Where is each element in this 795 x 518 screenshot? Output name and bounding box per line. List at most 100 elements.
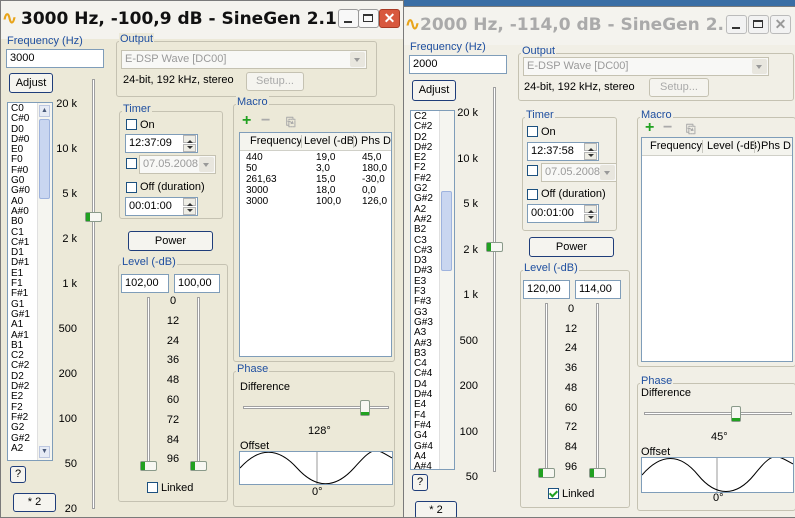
level-left-input[interactable]: 102,00 — [121, 274, 169, 293]
timer-on-checkbox[interactable] — [126, 119, 137, 130]
minimize-icon[interactable] — [338, 9, 359, 28]
column-header-level[interactable]: Level (-dB) — [304, 135, 358, 147]
level-left-input[interactable]: 120,00 — [523, 280, 570, 299]
power-button[interactable]: Power — [529, 237, 614, 257]
timer-on-label: On — [140, 119, 155, 131]
level-left-thumb[interactable] — [140, 461, 157, 471]
linked-checkbox[interactable] — [548, 488, 559, 499]
frequency-slider-track[interactable] — [92, 79, 95, 509]
output-device-value: E-DSP Wave [DC00] — [125, 53, 227, 65]
timer-on-checkbox[interactable] — [527, 126, 538, 137]
frequency-scale-label: 20 k — [56, 98, 77, 110]
timer-duration-spinner[interactable] — [584, 205, 597, 222]
help-button[interactable]: ? — [10, 466, 26, 483]
phase-difference-track[interactable] — [644, 412, 792, 415]
add-icon[interactable]: + — [645, 120, 654, 136]
level-scale-label: 72 — [166, 413, 180, 426]
column-header-level[interactable]: Level (-dB) — [707, 140, 761, 152]
sinegen-window-background[interactable]: ∿ 2000 Hz, -114,0 dB - SineGen 2.1 ✕ Fre… — [403, 6, 795, 518]
note-list-item[interactable]: A2 — [11, 443, 30, 454]
column-header-phase[interactable]: Phs D — [361, 135, 391, 147]
timer-group-label: Timer — [122, 103, 152, 115]
power-button[interactable]: Power — [128, 231, 213, 251]
phase-difference-thumb[interactable] — [360, 400, 370, 416]
frequency-slider-thumb[interactable] — [85, 212, 102, 222]
column-header-frequency[interactable]: Frequency — [650, 140, 702, 152]
maximize-icon[interactable] — [748, 15, 769, 34]
phase-difference-thumb[interactable] — [731, 406, 741, 422]
minimize-icon[interactable] — [726, 15, 747, 34]
sinegen-window-active[interactable]: ∿ 3000 Hz, -100,9 dB - SineGen 2.1 ✕ Fre… — [0, 0, 404, 518]
linked-checkbox[interactable] — [147, 482, 158, 493]
maximize-icon[interactable] — [358, 9, 379, 28]
timer-time-spinner[interactable] — [183, 135, 196, 152]
level-scale-label: 24 — [166, 334, 180, 347]
note-list-item[interactable]: G2 — [11, 422, 30, 433]
copy-icon[interactable]: ⎘ — [286, 115, 296, 129]
output-format-text: 24-bit, 192 kHz, stereo — [123, 74, 234, 86]
adjust-button[interactable]: Adjust — [9, 73, 53, 93]
close-icon[interactable]: ✕ — [770, 15, 791, 34]
note-list-items[interactable]: C0 C#0 D0 D#0 E0 F0 F#0 G0 G#0 A0 A#0 B0 C1 C#1 D1 D#1 E… — [11, 103, 30, 454]
title-bar[interactable]: ∿ 2000 Hz, -114,0 dB - SineGen 2.1 ✕ — [404, 7, 795, 45]
level-left-thumb[interactable] — [538, 468, 555, 478]
frequency-slider-thumb[interactable] — [486, 242, 503, 252]
remove-icon[interactable]: − — [261, 113, 270, 129]
title-bar[interactable]: ∿ 3000 Hz, -100,9 dB - SineGen 2.1 ✕ — [1, 1, 403, 39]
frequency-input[interactable]: 2000 — [409, 55, 507, 74]
note-list-item[interactable]: A1 — [11, 319, 30, 330]
timer-date-select[interactable]: 07.05.2008 — [139, 155, 216, 174]
add-icon[interactable]: + — [242, 113, 251, 129]
timer-off-checkbox[interactable] — [527, 189, 538, 200]
column-header-frequency[interactable]: Frequency — [250, 135, 302, 147]
phase-offset-wave[interactable] — [239, 451, 393, 485]
frequency-scale-label: 5 k — [62, 188, 77, 200]
copy-icon[interactable]: ⎘ — [686, 122, 696, 136]
timer-duration-spinner[interactable] — [183, 198, 196, 215]
macro-cell-level: 100,0 — [316, 196, 342, 207]
output-device-select[interactable]: E-DSP Wave [DC00] — [523, 57, 769, 76]
frequency-scale-label: 20 k — [457, 107, 478, 119]
close-icon[interactable]: ✕ — [379, 9, 400, 28]
phase-offset-wave[interactable] — [641, 457, 794, 493]
timer-date-checkbox[interactable] — [126, 158, 137, 169]
multiply-two-button[interactable]: * 2 — [415, 501, 457, 517]
level-right-thumb[interactable] — [190, 461, 207, 471]
table-row[interactable]: 3000 18,0 0,0 — [240, 185, 391, 196]
level-right-input[interactable]: 100,00 — [174, 274, 220, 293]
column-header-phase[interactable]: Phs D — [761, 140, 791, 152]
note-list-item[interactable]: A#4 — [414, 461, 433, 469]
macro-cell-frequency: 50 — [246, 163, 258, 174]
timer-off-checkbox[interactable] — [126, 182, 137, 193]
frequency-input[interactable]: 3000 — [6, 49, 104, 68]
multiply-two-button[interactable]: * 2 — [13, 493, 56, 512]
level-left-track[interactable] — [545, 303, 548, 473]
level-right-thumb[interactable] — [589, 468, 606, 478]
table-row[interactable]: 440 19,0 45,0 — [240, 152, 391, 163]
remove-icon[interactable]: − — [663, 120, 672, 136]
frequency-scale-label: 500 — [459, 334, 478, 347]
timer-date-select[interactable]: 07.05.2008 — [541, 163, 617, 182]
timer-time-spinner[interactable] — [584, 143, 597, 160]
timer-off-label: Off (duration) — [541, 188, 606, 200]
level-right-track[interactable] — [596, 303, 599, 473]
note-list-item[interactable]: A3 — [414, 327, 433, 338]
table-row[interactable]: 261,63 15,0 -30,0 — [240, 174, 391, 185]
setup-button[interactable]: Setup... — [246, 72, 304, 91]
adjust-button[interactable]: Adjust — [412, 80, 456, 101]
level-left-track[interactable] — [147, 297, 150, 467]
setup-button[interactable]: Setup... — [649, 78, 709, 97]
note-list-items[interactable]: C2 C#2 D2 D#2 E2 F2 F#2 G2 G#2 A2 A#2 B2 C3 C#3 D3 D#3 E… — [414, 111, 433, 469]
level-right-input[interactable]: 114,00 — [575, 280, 621, 299]
output-group-label: Output — [521, 45, 557, 57]
macro-table[interactable]: Frequency Level (-dB) Phs D 440 19,0 45,0 5… — [239, 132, 392, 357]
table-row[interactable]: 3000 100,0 126,0 — [240, 196, 391, 207]
frequency-slider-track[interactable] — [493, 87, 496, 472]
timer-date-checkbox[interactable] — [527, 165, 538, 176]
output-device-select[interactable]: E-DSP Wave [DC00] — [121, 50, 367, 69]
macro-table[interactable]: Frequency Level (-dB) Phs D — [641, 137, 793, 362]
level-right-track[interactable] — [197, 297, 200, 467]
note-list-item[interactable]: G4 — [414, 430, 433, 441]
help-button[interactable]: ? — [412, 474, 428, 491]
table-row[interactable]: 50 3,0 180,0 — [240, 163, 391, 174]
